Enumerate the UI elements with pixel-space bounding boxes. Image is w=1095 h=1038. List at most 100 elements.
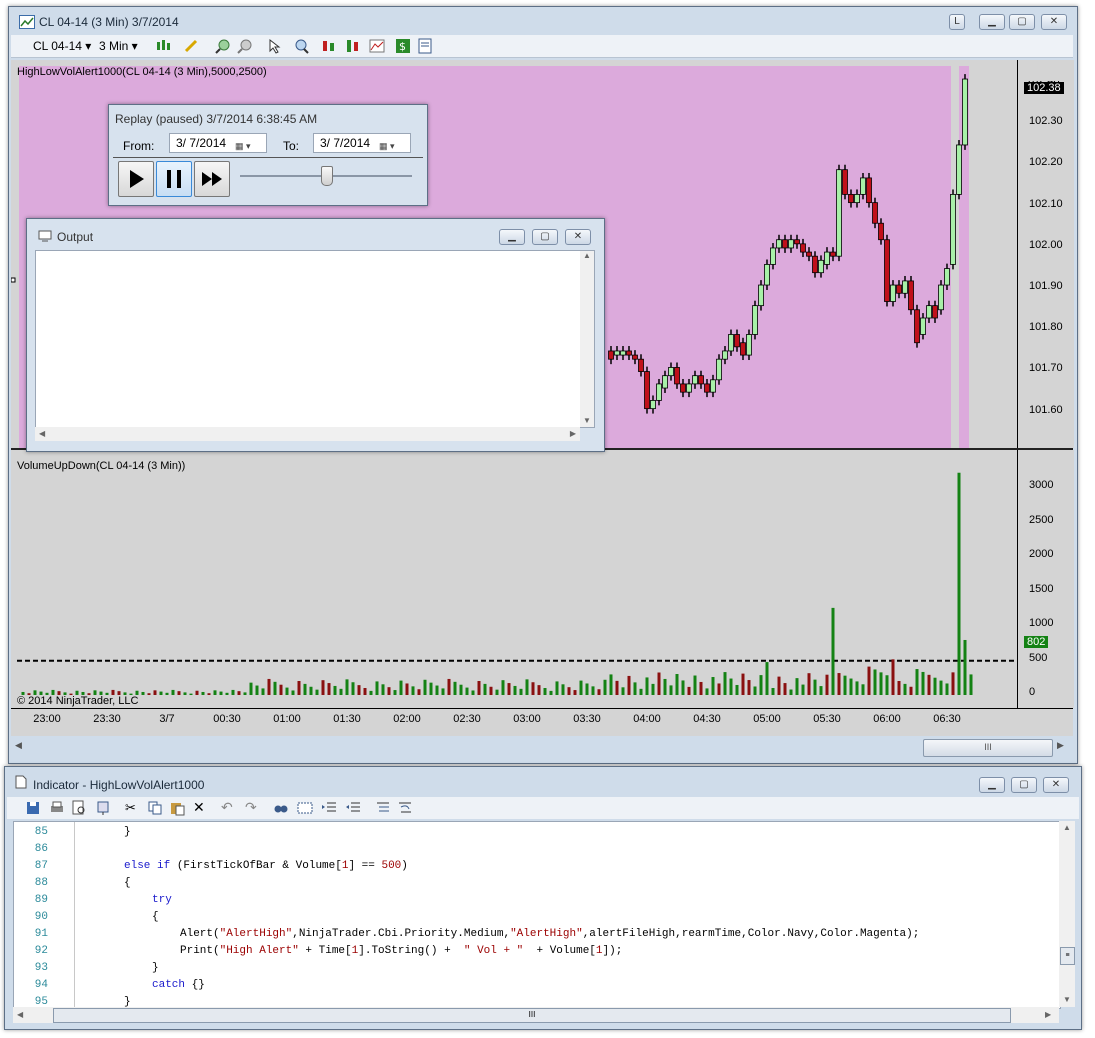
candle-down bbox=[878, 222, 884, 241]
code-line[interactable]: Alert("AlertHigh",NinjaTrader.Cbi.Priori… bbox=[180, 928, 919, 945]
cut-icon[interactable]: ✂ bbox=[125, 800, 141, 816]
editor-horizontal-scrollbar[interactable]: ◀ III ▶ bbox=[13, 1007, 1059, 1023]
play-button[interactable] bbox=[118, 161, 154, 197]
chart-scrollbar[interactable]: ◀ III ▶ bbox=[11, 736, 1073, 758]
undo-icon[interactable]: ↶ bbox=[221, 799, 237, 815]
candle-up bbox=[950, 193, 956, 265]
uncomment-icon[interactable] bbox=[397, 800, 413, 816]
volume-bar-up bbox=[375, 681, 379, 695]
from-date-picker[interactable]: 3/ 7/2014 ▦ ▾ bbox=[169, 133, 267, 153]
output-maximize-button[interactable]: ▢ bbox=[532, 229, 558, 245]
chart-style-icon[interactable] bbox=[369, 38, 385, 54]
code-editor[interactable]: 85} 86 87 else if (FirstTickOfBar & Volume[… bbox=[13, 821, 1061, 1009]
redo-icon[interactable]: ↷ bbox=[245, 799, 261, 815]
volume-bar-up bbox=[225, 692, 229, 695]
candle-up bbox=[854, 193, 860, 204]
editor-minimize-button[interactable]: ▁ bbox=[979, 777, 1005, 793]
indicators-icon[interactable] bbox=[321, 38, 337, 54]
price-axis[interactable]: 102.40 102.30 102.20 102.10 102.00 101.9… bbox=[1017, 60, 1074, 448]
bar-type-icon[interactable] bbox=[155, 38, 171, 54]
fast-forward-button[interactable] bbox=[194, 161, 230, 197]
editor-window: Indicator - HighLowVolAlert1000 ▁ ▢ ✕ ✂ … bbox=[4, 766, 1082, 1030]
to-date-picker[interactable]: 3/ 7/2014 ▦ ▾ bbox=[313, 133, 411, 153]
code-line[interactable]: Print("High Alert" + Time[1].ToString() … bbox=[180, 945, 622, 962]
candle-up bbox=[650, 399, 656, 410]
magnify-icon[interactable] bbox=[293, 38, 309, 54]
output-vertical-scrollbar[interactable]: ▲ ▼ bbox=[580, 251, 594, 427]
candle-down bbox=[896, 284, 902, 294]
volume-bar-down bbox=[627, 675, 631, 695]
candle-up bbox=[956, 144, 962, 195]
calendar-dropdown-icon[interactable]: ▦ ▾ bbox=[235, 137, 263, 151]
comment-icon[interactable] bbox=[375, 800, 391, 816]
compile-icon[interactable] bbox=[95, 800, 111, 816]
dollar-icon[interactable]: $ bbox=[395, 38, 411, 54]
volume-bar-up bbox=[243, 692, 247, 695]
delete-icon[interactable]: ✕ bbox=[193, 799, 209, 815]
paste-icon[interactable] bbox=[169, 800, 185, 816]
time-axis-tick: 04:30 bbox=[693, 713, 721, 725]
interval-selector[interactable]: 3 Min ▾ bbox=[99, 39, 138, 53]
volume-bar-down bbox=[153, 690, 157, 695]
code-line[interactable]: { bbox=[124, 877, 131, 894]
volume-bar-down bbox=[507, 683, 511, 695]
volume-bar-up bbox=[801, 684, 805, 695]
code-line[interactable]: } bbox=[152, 962, 159, 979]
print-icon[interactable] bbox=[49, 800, 65, 816]
save-icon[interactable] bbox=[25, 800, 41, 816]
editor-scroll-thumb[interactable]: ≡ bbox=[1060, 947, 1075, 965]
copy-icon[interactable] bbox=[147, 800, 163, 816]
pointer-icon[interactable] bbox=[267, 38, 283, 54]
volume-axis[interactable]: 3000 2500 2000 1500 1000 500 0 802 bbox=[1017, 450, 1074, 708]
outdent-icon[interactable] bbox=[345, 800, 361, 816]
editor-close-button[interactable]: ✕ bbox=[1043, 777, 1069, 793]
zoom-in-icon[interactable] bbox=[215, 38, 231, 54]
candle-up bbox=[818, 259, 824, 274]
code-line[interactable]: try bbox=[152, 894, 172, 911]
output-close-button[interactable]: ✕ bbox=[565, 229, 591, 245]
scroll-left-arrow[interactable]: ◀ bbox=[15, 740, 22, 751]
candle-down bbox=[740, 342, 746, 356]
print-preview-icon[interactable] bbox=[71, 800, 87, 816]
scroll-left-arrow[interactable]: ◀ bbox=[17, 1010, 23, 1019]
instrument-selector[interactable]: CL 04-14 ▾ bbox=[33, 39, 91, 53]
panel-resize-handle[interactable] bbox=[11, 277, 16, 283]
indent-icon[interactable] bbox=[321, 800, 337, 816]
code-line[interactable]: } bbox=[124, 826, 131, 843]
scroll-right-arrow[interactable]: ▶ bbox=[1057, 740, 1064, 751]
scroll-thumb[interactable]: III bbox=[923, 739, 1053, 757]
replace-icon[interactable] bbox=[297, 800, 313, 816]
volume-bar-up bbox=[861, 684, 865, 695]
candle-up bbox=[716, 358, 722, 381]
scroll-down-arrow[interactable]: ▼ bbox=[1063, 995, 1071, 1004]
time-axis-tick: 01:00 bbox=[273, 713, 301, 725]
volume-bar-up bbox=[651, 683, 655, 695]
line-number: 89 bbox=[34, 894, 48, 906]
code-line[interactable]: { bbox=[152, 911, 159, 928]
pencil-icon[interactable] bbox=[183, 38, 199, 54]
volume-panel[interactable]: VolumeUpDown(CL 04-14 (3 Min)) © 2014 Ni… bbox=[11, 450, 1073, 708]
scroll-up-arrow[interactable]: ▲ bbox=[1063, 823, 1071, 832]
strategies-icon[interactable] bbox=[345, 38, 361, 54]
output-horizontal-scrollbar[interactable]: ◀ ▶ bbox=[35, 427, 580, 441]
output-text-area[interactable] bbox=[35, 250, 595, 428]
editor-vertical-scrollbar[interactable]: ▲ ≡ ▼ bbox=[1059, 821, 1075, 1007]
axis-tick: 2000 bbox=[1029, 548, 1054, 560]
editor-maximize-button[interactable]: ▢ bbox=[1011, 777, 1037, 793]
editor-h-scroll-thumb[interactable]: III bbox=[53, 1008, 1011, 1023]
pause-button[interactable] bbox=[156, 161, 192, 197]
volume-bar-down bbox=[321, 680, 325, 695]
volume-bar-up bbox=[735, 684, 739, 695]
volume-bar-up bbox=[303, 683, 307, 695]
code-line[interactable]: else if (FirstTickOfBar & Volume[1] == 5… bbox=[124, 860, 408, 877]
volume-bar-up bbox=[393, 690, 397, 695]
find-icon[interactable] bbox=[273, 800, 289, 816]
output-minimize-button[interactable]: ▁ bbox=[499, 229, 525, 245]
code-line[interactable]: catch {} bbox=[152, 979, 205, 996]
calendar-dropdown-icon[interactable]: ▦ ▾ bbox=[379, 137, 407, 151]
volume-bar-up bbox=[465, 687, 469, 695]
replay-speed-slider[interactable] bbox=[321, 166, 333, 186]
zoom-out-icon[interactable] bbox=[237, 38, 253, 54]
scroll-right-arrow[interactable]: ▶ bbox=[1045, 1010, 1051, 1019]
properties-icon[interactable] bbox=[417, 38, 433, 54]
